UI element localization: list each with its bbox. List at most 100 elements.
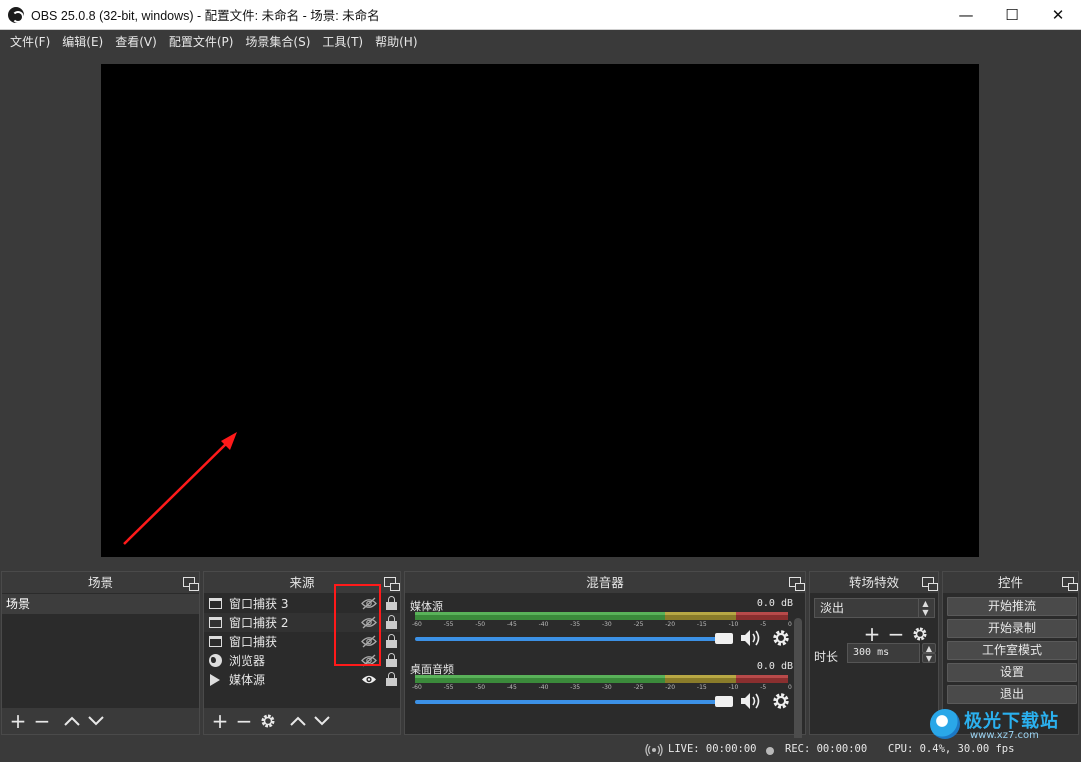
- gear-icon[interactable]: [772, 629, 790, 647]
- source-label: 窗口捕获: [229, 635, 278, 649]
- scenes-toolbar: + −: [2, 708, 199, 734]
- window-icon: [208, 617, 222, 628]
- scene-item[interactable]: 场景: [2, 594, 199, 614]
- sources-toolbar: + −: [204, 708, 400, 734]
- duration-label: 时长: [814, 650, 839, 664]
- studio-mode-button[interactable]: 工作室模式: [947, 641, 1077, 660]
- transition-select[interactable]: 淡出 ▲ ▼: [814, 598, 935, 618]
- undock-icon[interactable]: [384, 577, 400, 591]
- remove-scene-button[interactable]: −: [30, 709, 54, 733]
- watermark-logo-icon: [930, 709, 960, 739]
- status-bar: LIVE: 00:00:00 REC: 00:00:00 CPU: 0.4%, …: [0, 738, 1081, 762]
- volume-slider-handle[interactable]: [715, 633, 733, 644]
- start-recording-button[interactable]: 开始录制: [947, 619, 1077, 638]
- channel-db: 0.0 dB: [756, 661, 793, 672]
- add-scene-button[interactable]: +: [6, 709, 30, 733]
- add-source-button[interactable]: +: [208, 709, 232, 733]
- move-down-button[interactable]: [310, 709, 334, 733]
- source-label: 浏览器: [229, 654, 266, 668]
- window-icon: [208, 636, 222, 647]
- record-dot-icon: [766, 747, 774, 755]
- lock-icon[interactable]: [386, 672, 397, 686]
- exit-button[interactable]: 退出: [947, 685, 1077, 704]
- source-label: 窗口捕获 3: [229, 597, 289, 611]
- menu-tools[interactable]: 工具(T): [316, 31, 369, 53]
- scenes-header: 场景: [2, 572, 199, 593]
- controls-title: 控件: [997, 575, 1023, 590]
- menu-help[interactable]: 帮助(H): [369, 31, 423, 53]
- annotation-highlight-box: [334, 584, 381, 666]
- menu-scene-collection[interactable]: 场景集合(S): [239, 31, 316, 53]
- scenes-title: 场景: [87, 575, 113, 590]
- maximize-button[interactable]: ☐: [989, 0, 1035, 30]
- lock-icon[interactable]: [386, 596, 397, 610]
- lock-icon[interactable]: [386, 615, 397, 629]
- mixer-channel: 桌面音频 0.0 dB -60 -55 -50 -45 -40 -35 -30 -25 -20-…: [410, 659, 793, 719]
- volume-slider-handle[interactable]: [715, 696, 733, 707]
- watermark-url: www.xz7.com: [970, 730, 1039, 741]
- eye-icon[interactable]: [361, 673, 377, 686]
- settings-button[interactable]: 设置: [947, 663, 1077, 682]
- spin-down-icon[interactable]: ▼: [922, 653, 936, 663]
- channel-db: 0.0 dB: [756, 598, 793, 609]
- undock-icon[interactable]: [183, 577, 199, 591]
- spin-up-icon[interactable]: ▲: [922, 643, 936, 653]
- chevron-up-icon: [64, 716, 80, 726]
- scenes-dock: 场景 场景 + −: [1, 571, 200, 735]
- source-properties-button[interactable]: [256, 709, 280, 733]
- duration-input[interactable]: 300 ms: [847, 643, 920, 663]
- speaker-icon[interactable]: [740, 692, 762, 710]
- lock-icon[interactable]: [386, 653, 397, 667]
- lock-icon[interactable]: [386, 634, 397, 648]
- move-down-button[interactable]: [84, 709, 108, 733]
- menu-profile[interactable]: 配置文件(P): [163, 31, 240, 53]
- mixer-header: 混音器: [405, 572, 805, 593]
- volume-meter: [415, 612, 788, 620]
- chevron-down-icon: [88, 716, 104, 726]
- title-bar: OBS 25.0.8 (32-bit, windows) - 配置文件: 未命名…: [0, 0, 1081, 30]
- close-button[interactable]: ✕: [1035, 0, 1081, 30]
- transition-selected: 淡出: [820, 601, 845, 615]
- obs-logo-icon: [8, 6, 24, 23]
- meter-ticks: -60 -55 -50 -45 -40 -35 -30 -25 -20 -15 -10 -5 0: [412, 621, 792, 628]
- sources-title: 来源: [289, 575, 315, 590]
- remove-source-button[interactable]: −: [232, 709, 256, 733]
- move-up-button[interactable]: [286, 709, 310, 733]
- minimize-button[interactable]: —: [943, 0, 989, 30]
- source-label: 媒体源: [229, 673, 266, 687]
- undock-icon[interactable]: [1062, 577, 1078, 591]
- live-timer: LIVE: 00:00:00: [668, 743, 757, 755]
- source-item[interactable]: 媒体源: [204, 670, 400, 689]
- updown-arrows-icon: ▲ ▼: [918, 599, 932, 617]
- mixer-scrollbar[interactable]: [794, 618, 802, 754]
- volume-slider[interactable]: [415, 637, 725, 641]
- duration-spinner[interactable]: ▲ ▼: [922, 643, 936, 663]
- gear-icon[interactable]: [772, 692, 790, 710]
- menu-bar: 文件(F) 编辑(E) 查看(V) 配置文件(P) 场景集合(S) 工具(T) …: [0, 31, 1081, 53]
- menu-file[interactable]: 文件(F): [4, 31, 56, 53]
- transitions-title: 转场特效: [848, 575, 899, 590]
- chevron-up-icon: [290, 716, 306, 726]
- watermark: 极光下载站 www.xz7.com: [930, 705, 1080, 745]
- move-up-button[interactable]: [60, 709, 84, 733]
- speaker-icon[interactable]: [740, 629, 762, 647]
- volume-meter: [415, 675, 788, 683]
- menu-view[interactable]: 查看(V): [109, 31, 163, 53]
- window-title: OBS 25.0.8 (32-bit, windows) - 配置文件: 未命名…: [31, 9, 380, 23]
- volume-slider[interactable]: [415, 700, 725, 704]
- play-icon: [210, 673, 220, 686]
- broadcast-icon: [645, 744, 663, 756]
- globe-icon: [208, 654, 222, 667]
- transitions-dock: 转场特效 淡出 ▲ ▼ + − 时长 300 ms ▲ ▼: [809, 571, 939, 735]
- annotation-arrow: [123, 432, 237, 545]
- source-label: 窗口捕获 2: [229, 616, 289, 630]
- meter-ticks: -60 -55 -50 -45 -40 -35 -30 -25 -20 -15 -10 -5 0: [412, 684, 792, 691]
- start-streaming-button[interactable]: 开始推流: [947, 597, 1077, 616]
- mixer-dock: 混音器 媒体源 0.0 dB -60 -55 -50 -45 -40 -35 -30 -25-…: [404, 571, 806, 754]
- mixer-channel: 媒体源 0.0 dB -60 -55 -50 -45 -40 -35 -30 -25 -20 -1…: [410, 596, 793, 656]
- undock-icon[interactable]: [789, 577, 805, 591]
- window-icon: [208, 598, 222, 609]
- undock-icon[interactable]: [922, 577, 938, 591]
- menu-edit[interactable]: 编辑(E): [56, 31, 109, 53]
- controls-header: 控件: [943, 572, 1078, 593]
